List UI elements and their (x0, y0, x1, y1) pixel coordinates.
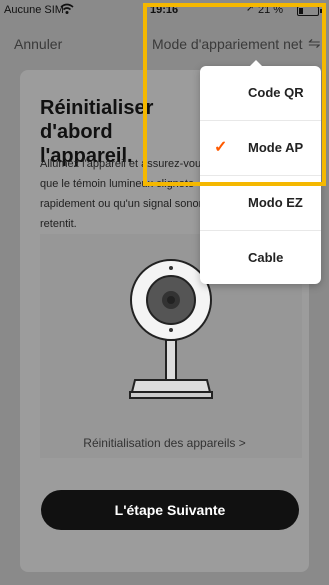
dropdown-item-label: Modo EZ (248, 195, 303, 210)
next-step-button[interactable]: L'étape Suivante (41, 490, 299, 530)
highlight-box (143, 3, 326, 186)
dropdown-item-label: Cable (248, 250, 284, 265)
carrier-label: Aucune SIM (4, 4, 64, 16)
dropdown-item-cable[interactable]: Cable (200, 231, 321, 285)
cancel-button[interactable]: Annuler (14, 36, 62, 52)
reset-devices-link[interactable]: Réinitialisation des appareils > (20, 436, 309, 450)
wifi-icon (60, 3, 74, 18)
